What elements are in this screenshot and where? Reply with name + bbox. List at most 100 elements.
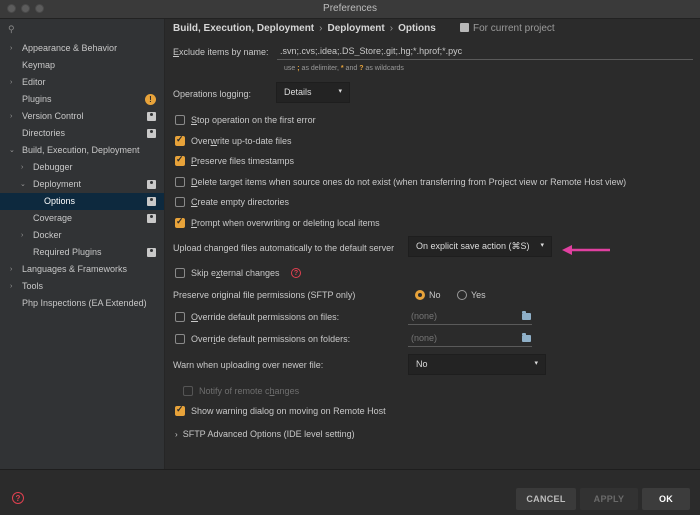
sidebar-item-plugins[interactable]: Plugins ! — [0, 91, 164, 108]
ok-button[interactable]: OK — [642, 488, 690, 510]
breadcrumb: Build, Execution, Deployment › Deployment ›… — [173, 23, 436, 34]
chevron-right-icon: › — [10, 45, 13, 52]
stop-on-error-checkbox[interactable] — [175, 115, 185, 125]
sidebar-item-label: Docker — [33, 230, 62, 240]
project-scope-icon — [460, 23, 469, 32]
project-scope-icon — [147, 180, 156, 189]
help-icon[interactable]: ? — [12, 492, 24, 504]
exclude-label: Exclude items by name: — [173, 47, 269, 57]
options-panel: Build, Execution, Deployment › Deployment ›… — [165, 19, 700, 469]
help-icon[interactable]: ? — [291, 268, 301, 278]
sidebar-item-required-plugins[interactable]: Required Plugins — [0, 244, 164, 261]
sidebar-item-languages-frameworks[interactable]: › Languages & Frameworks — [0, 261, 164, 278]
sidebar-item-build-execution-deployment[interactable]: ⌄ Build, Execution, Deployment — [0, 142, 164, 159]
notify-remote-changes-checkbox — [183, 386, 193, 396]
sidebar-item-tools[interactable]: › Tools — [0, 278, 164, 295]
exclude-items-input[interactable] — [277, 43, 693, 60]
sidebar-item-label: Debugger — [33, 162, 73, 172]
permissions-no-label[interactable]: No — [429, 290, 441, 300]
prompt-overwrite-label[interactable]: Prompt when overwriting or deleting loca… — [191, 218, 380, 228]
permissions-yes-label[interactable]: Yes — [471, 290, 486, 300]
annotation-arrow-icon — [562, 245, 610, 255]
chevron-right-icon: › — [21, 232, 24, 239]
override-folders-input[interactable] — [408, 330, 532, 347]
skip-external-changes-checkbox[interactable] — [175, 268, 185, 278]
project-scope-icon — [147, 248, 156, 257]
chevron-right-icon: › — [175, 430, 178, 439]
breadcrumb-item[interactable]: Build, Execution, Deployment — [173, 23, 314, 34]
override-folders-checkbox[interactable] — [175, 334, 185, 344]
chevron-right-icon: › — [10, 113, 13, 120]
chevron-down-icon: ⌄ — [9, 147, 15, 154]
breadcrumb-separator: › — [389, 23, 394, 34]
folder-icon[interactable] — [522, 311, 531, 320]
override-files-label[interactable]: Override default permissions on files: — [191, 312, 339, 322]
sidebar-search[interactable]: ⚲ — [6, 23, 158, 38]
sidebar-item-label: Editor — [22, 77, 46, 87]
show-warning-dialog-label[interactable]: Show warning dialog on moving on Remote … — [191, 406, 386, 416]
scope-indicator: For current project — [460, 23, 555, 34]
sidebar-item-coverage[interactable]: Coverage — [0, 210, 164, 227]
upload-automatically-select[interactable]: On explicit save action (⌘S) ▾ — [408, 236, 552, 257]
sidebar-item-appearance-behavior[interactable]: › Appearance & Behavior — [0, 40, 164, 57]
create-empty-dirs-label[interactable]: Create empty directories — [191, 197, 289, 207]
delete-target-items-label[interactable]: Delete target items when source ones do … — [191, 177, 626, 187]
sidebar-item-label: Appearance & Behavior — [22, 43, 118, 53]
update-badge-icon: ! — [145, 94, 156, 105]
skip-external-changes-label[interactable]: Skip external changes — [191, 268, 280, 278]
sidebar-item-editor[interactable]: › Editor — [0, 74, 164, 91]
overwrite-up-to-date-checkbox[interactable] — [175, 134, 185, 146]
sftp-advanced-options-toggle[interactable]: › SFTP Advanced Options (IDE level setti… — [175, 429, 355, 439]
title-bar: Preferences — [0, 0, 700, 19]
notify-remote-changes-label: Notify of remote changes — [199, 386, 300, 396]
sidebar-item-label: Build, Execution, Deployment — [22, 145, 140, 155]
sidebar-item-label: Php Inspections (EA Extended) — [22, 298, 147, 308]
warn-newer-file-select[interactable]: No ▾ — [408, 354, 546, 375]
preserve-timestamps-checkbox[interactable] — [175, 154, 185, 166]
sidebar-item-label: Directories — [22, 128, 66, 138]
chevron-right-icon: › — [10, 283, 13, 290]
sidebar-item-options[interactable]: Options — [0, 193, 164, 210]
override-files-input[interactable] — [408, 308, 532, 325]
sidebar-item-version-control[interactable]: › Version Control — [0, 108, 164, 125]
project-scope-icon — [147, 112, 156, 121]
dropdown-caret-icon: ▾ — [534, 360, 538, 367]
show-warning-dialog-checkbox[interactable] — [175, 404, 185, 416]
upload-automatically-label: Upload changed files automatically to th… — [173, 243, 395, 253]
sidebar-item-docker[interactable]: › Docker — [0, 227, 164, 244]
operations-logging-select[interactable]: Details ▾ — [276, 82, 350, 103]
apply-button[interactable]: APPLY — [580, 488, 638, 510]
override-files-checkbox[interactable] — [175, 312, 185, 322]
cancel-button[interactable]: CANCEL — [516, 488, 576, 510]
sidebar-item-directories[interactable]: Directories — [0, 125, 164, 142]
prompt-overwrite-checkbox[interactable] — [175, 216, 185, 228]
sidebar-item-debugger[interactable]: › Debugger — [0, 159, 164, 176]
sidebar-item-deployment[interactable]: ⌄ Deployment — [0, 176, 164, 193]
permissions-no-radio[interactable] — [415, 290, 425, 300]
project-scope-icon — [147, 197, 156, 206]
dropdown-caret-icon: ▾ — [540, 242, 544, 249]
breadcrumb-item[interactable]: Deployment — [327, 23, 384, 34]
sidebar-item-label: Languages & Frameworks — [22, 264, 128, 274]
override-folders-label[interactable]: Override default permissions on folders: — [191, 334, 350, 344]
scope-label: For current project — [473, 23, 555, 34]
chevron-right-icon: › — [10, 79, 13, 86]
chevron-right-icon: › — [21, 164, 24, 171]
project-scope-icon — [147, 129, 156, 138]
warn-newer-file-label: Warn when uploading over newer file: — [173, 360, 324, 370]
permissions-yes-radio[interactable] — [457, 290, 467, 300]
stop-on-error-label[interactable]: Stop operation on the first error — [191, 115, 316, 125]
sidebar-item-keymap[interactable]: Keymap — [0, 57, 164, 74]
sidebar-item-label: Deployment — [33, 179, 82, 189]
overwrite-up-to-date-label[interactable]: Overwrite up-to-date files — [191, 136, 292, 146]
create-empty-dirs-checkbox[interactable] — [175, 197, 185, 207]
sidebar-item-label: Coverage — [33, 213, 73, 223]
chevron-right-icon: › — [10, 266, 13, 273]
dialog-footer: ? CANCEL APPLY OK — [0, 469, 700, 515]
delete-target-items-checkbox[interactable] — [175, 177, 185, 187]
window-title: Preferences — [323, 3, 377, 14]
preserve-timestamps-label[interactable]: Preserve files timestamps — [191, 156, 294, 166]
operations-logging-label: Operations logging: — [173, 89, 252, 99]
folder-icon[interactable] — [522, 333, 531, 342]
sidebar-item-php-inspections[interactable]: Php Inspections (EA Extended) — [0, 295, 164, 312]
